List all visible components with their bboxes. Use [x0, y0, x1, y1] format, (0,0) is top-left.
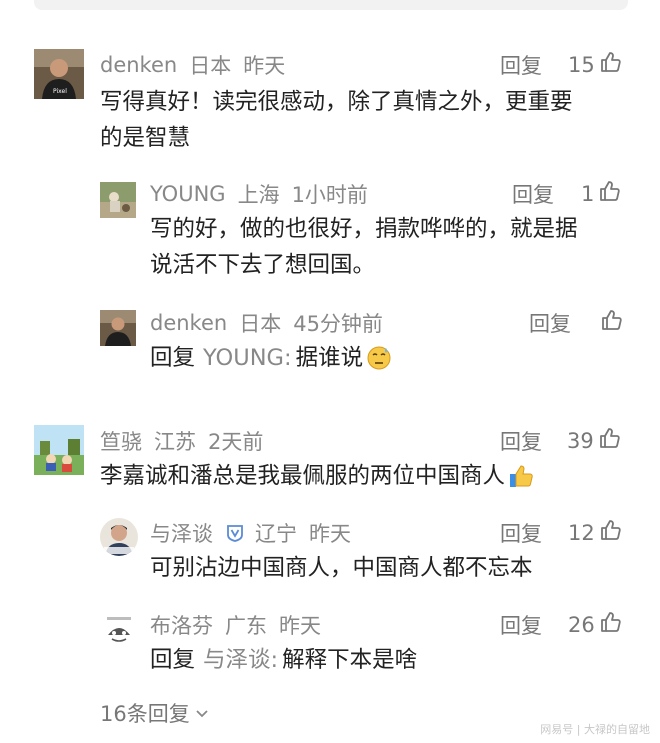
timestamp: 1小时前	[291, 183, 368, 207]
like-button[interactable]: 12	[568, 518, 623, 547]
like-button[interactable]: 15	[568, 50, 623, 79]
avatar[interactable]	[100, 182, 136, 218]
more-replies-link[interactable]: 16条回复	[100, 698, 210, 728]
reply-button[interactable]: 回复	[500, 50, 542, 80]
avatar[interactable]	[100, 518, 138, 556]
comment-meta: 布洛芬 广东 昨天	[150, 610, 333, 640]
comment-text: 李嘉诚和潘总是我最佩服的两位中国商人	[100, 458, 535, 494]
svg-text:Pixel: Pixel	[53, 88, 67, 95]
thumbs-up-emoji	[507, 462, 535, 490]
timestamp: 2天前	[208, 430, 264, 454]
location: 日本	[189, 54, 232, 78]
thumbs-up-icon	[598, 179, 622, 208]
like-button[interactable]	[600, 308, 624, 337]
comment-meta: 与泽谈 辽宁 昨天	[150, 518, 363, 548]
like-button[interactable]: 1	[581, 179, 622, 208]
mention-link[interactable]: YOUNG:	[203, 340, 292, 376]
like-count: 39	[567, 428, 594, 453]
location: 江苏	[154, 430, 196, 454]
avatar[interactable]	[100, 611, 138, 649]
comment-text: 写得真好！读完很感动，除了真情之外，更重要 的是智慧	[100, 89, 573, 151]
location: 日本	[239, 312, 282, 336]
avatar[interactable]: Pixel	[34, 49, 84, 99]
chevron-down-icon	[194, 705, 210, 721]
thumbs-up-icon	[598, 426, 622, 455]
comment-text: 回复 与泽谈: 解释下本是啥	[150, 642, 417, 678]
reply-button[interactable]: 回复	[500, 610, 542, 640]
username[interactable]: YOUNG	[150, 182, 226, 206]
like-button[interactable]: 26	[568, 610, 623, 639]
username[interactable]: denken	[100, 53, 177, 77]
like-count: 26	[568, 612, 595, 637]
timestamp: 昨天	[309, 522, 351, 546]
username[interactable]: denken	[150, 311, 227, 335]
thumbs-up-icon	[600, 308, 624, 337]
location: 上海	[237, 183, 280, 207]
like-button[interactable]: 39	[567, 426, 622, 455]
comment-meta: denken 日本 45分钟前	[150, 308, 395, 338]
reply-button[interactable]: 回复	[500, 426, 542, 456]
reply-button[interactable]: 回复	[500, 518, 542, 548]
thumbs-up-icon	[599, 50, 623, 79]
avatar[interactable]	[34, 425, 84, 475]
username[interactable]: 与泽谈	[150, 518, 213, 548]
comment-text: 可别沾边中国商人，中国商人都不忘本	[150, 555, 533, 581]
username[interactable]: 布洛芬	[150, 610, 213, 640]
verified-badge-icon	[225, 523, 245, 543]
like-count: 15	[568, 52, 595, 77]
comment-meta: 笪骁 江苏 2天前	[100, 426, 275, 456]
mention-link[interactable]: 与泽谈:	[203, 642, 278, 678]
timestamp: 昨天	[243, 54, 286, 78]
like-count: 1	[581, 181, 595, 206]
reply-button[interactable]: 回复	[512, 179, 554, 209]
more-replies-label: 16条回复	[100, 702, 190, 726]
comment-meta: denken 日本 昨天	[100, 50, 297, 80]
thumbs-up-icon	[599, 610, 623, 639]
comment-meta: YOUNG 上海 1小时前	[150, 179, 380, 209]
timestamp: 昨天	[279, 614, 321, 638]
location: 辽宁	[255, 522, 297, 546]
avatar[interactable]	[100, 310, 136, 346]
reply-button[interactable]: 回复	[529, 308, 571, 338]
username[interactable]: 笪骁	[100, 426, 142, 456]
top-card-edge	[34, 0, 628, 10]
watermark: 网易号 | 大禄的自留地	[540, 723, 650, 736]
location: 广东	[225, 614, 267, 638]
sweat-face-emoji	[366, 345, 392, 371]
comment-text: 回复 YOUNG: 据谁说	[150, 340, 392, 376]
like-count: 12	[568, 520, 595, 545]
comment-text: 写的好，做的也很好，捐款哗哗的，就是据 说活不下去了想回国。	[150, 216, 578, 278]
timestamp: 45分钟前	[293, 312, 383, 336]
thumbs-up-icon	[599, 518, 623, 547]
